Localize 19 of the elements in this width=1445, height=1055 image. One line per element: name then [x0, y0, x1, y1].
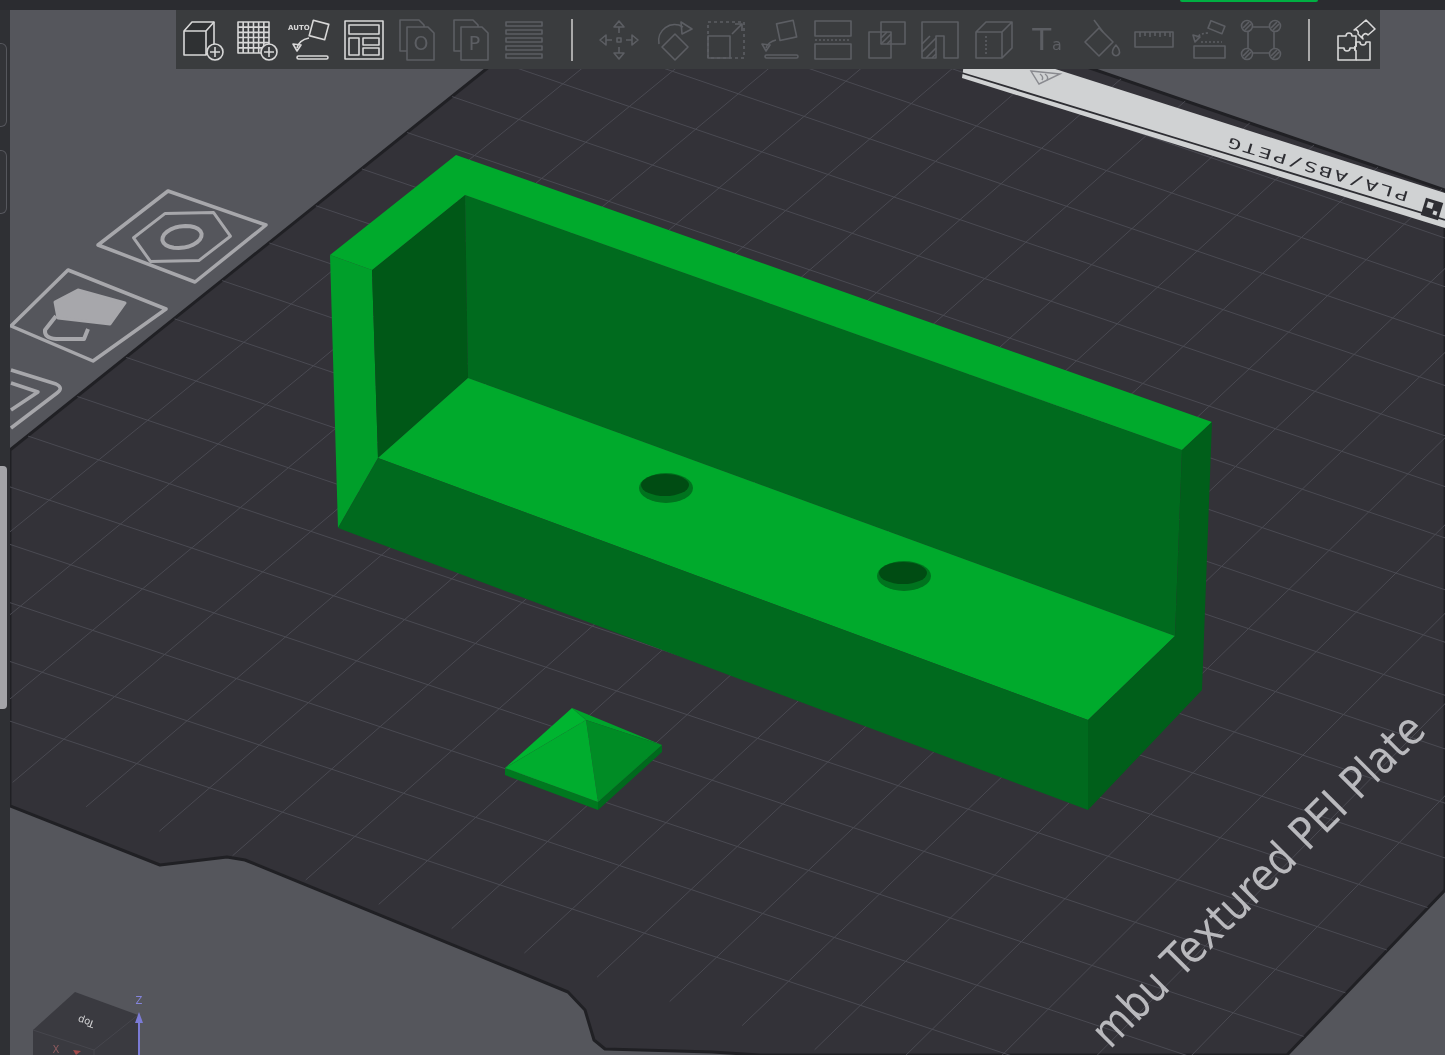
split-rectangles-icon [811, 17, 855, 62]
screw-hole [877, 561, 931, 591]
x-axis-label: X [52, 1043, 60, 1055]
x-axis-arrow [73, 1050, 81, 1055]
puzzle-icon [1334, 17, 1378, 62]
four-arrows-icon [597, 17, 641, 62]
tile-corner-icon [10, 368, 62, 430]
triangle-logo-icon [1029, 70, 1063, 85]
z-axis-arrow [135, 1012, 143, 1055]
layout-icon [341, 17, 386, 62]
screw-hole [639, 473, 693, 503]
plug-tile-icon [10, 268, 168, 363]
bracket-model[interactable] [330, 155, 1212, 810]
z-axis-label: Z [135, 994, 143, 1006]
square-circles-icon [1239, 17, 1283, 62]
hex-nut-tile-icon [96, 189, 268, 284]
view-cube-label: Top [76, 1013, 96, 1031]
scrollbar[interactable] [0, 466, 7, 709]
pyramid-model[interactable] [505, 708, 662, 810]
